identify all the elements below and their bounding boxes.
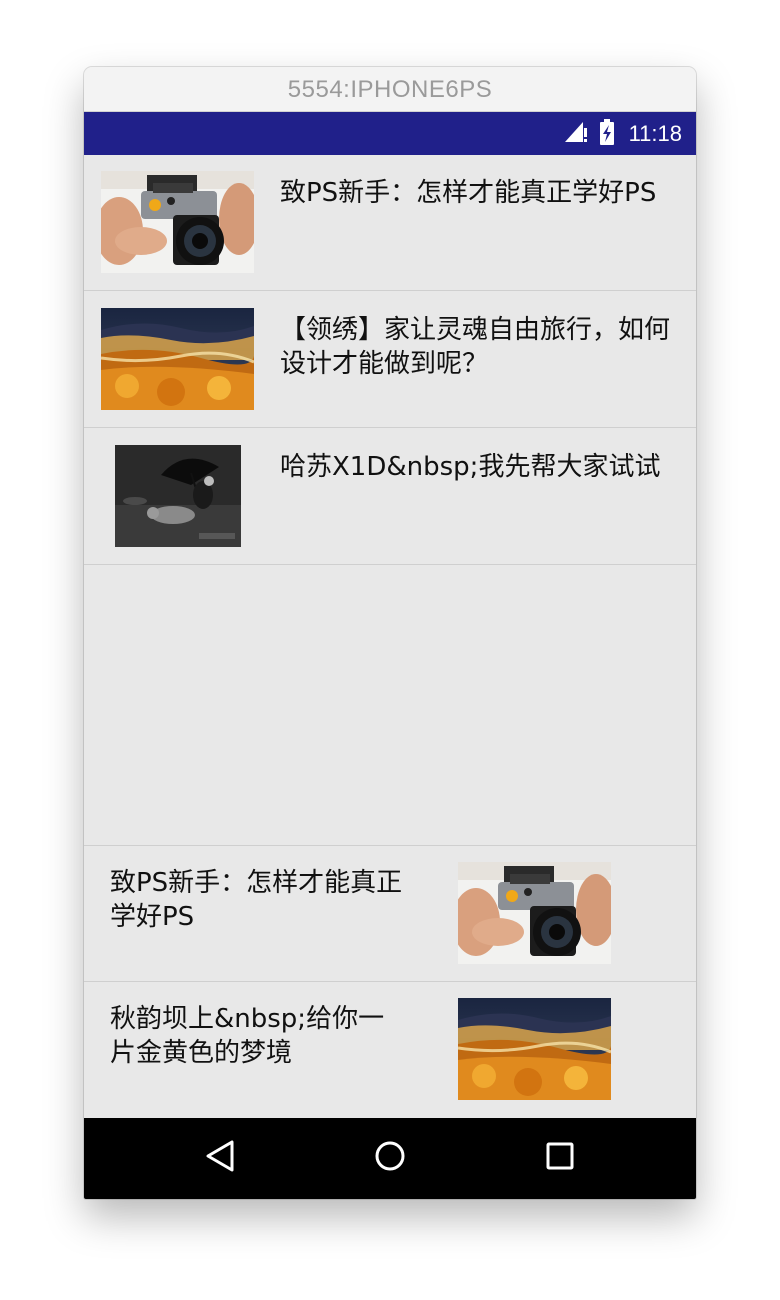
camera-photo-thumbnail — [101, 171, 254, 273]
home-circle-icon — [374, 1140, 406, 1176]
status-icons: 11:18 — [563, 112, 682, 155]
list-item[interactable]: 致PS新手：怎样才能真正学好PS — [84, 155, 696, 291]
back-button[interactable] — [200, 1138, 240, 1178]
camera-photo-thumbnail — [458, 862, 611, 964]
list-item-title: 致PS新手：怎样才能真正学好PS — [110, 868, 403, 932]
list-item[interactable]: 【领绣】家让灵魂自由旅行，如何设计才能做到呢？ — [84, 292, 696, 428]
autumn-landscape-photo-thumbnail — [101, 308, 254, 410]
list-item[interactable]: 秋韵坝上&nbsp;给你一片金黄色的梦境 — [84, 982, 696, 1118]
clock: 11:18 — [628, 120, 682, 146]
list-item[interactable]: 致PS新手：怎样才能真正学好PS — [84, 845, 696, 982]
news-list[interactable]: 致PS新手：怎样才能真正学好PS 【领绣】家让灵魂自由旅行，如何设计才能做到呢？… — [84, 155, 696, 1118]
home-button[interactable] — [370, 1138, 410, 1178]
umbrella-dog-photo-thumbnail — [115, 445, 241, 547]
battery-icon — [599, 118, 615, 149]
navigation-bar — [84, 1118, 696, 1199]
list-item-title: 秋韵坝上&nbsp;给你一片金黄色的梦境 — [110, 1004, 385, 1068]
recents-square-icon — [545, 1141, 575, 1175]
recents-button[interactable] — [540, 1138, 580, 1178]
back-triangle-icon — [204, 1139, 236, 1177]
list-item-title: 哈苏X1D&nbsp;我先帮大家试试 — [280, 452, 661, 482]
signal-icon — [563, 120, 589, 148]
list-item[interactable]: 哈苏X1D&nbsp;我先帮大家试试 — [84, 429, 696, 565]
emulator-window: 5554:IPHONE6PS 11:18 致PS新手：怎样才能真正学好PS 【领… — [84, 67, 696, 1199]
list-item-title: 致PS新手：怎样才能真正学好PS — [280, 178, 657, 208]
window-title: 5554:IPHONE6PS — [84, 67, 696, 112]
list-item-title: 【领绣】家让灵魂自由旅行，如何设计才能做到呢？ — [280, 315, 671, 379]
status-bar: 11:18 — [84, 112, 696, 155]
autumn-landscape-photo-thumbnail — [458, 998, 611, 1100]
